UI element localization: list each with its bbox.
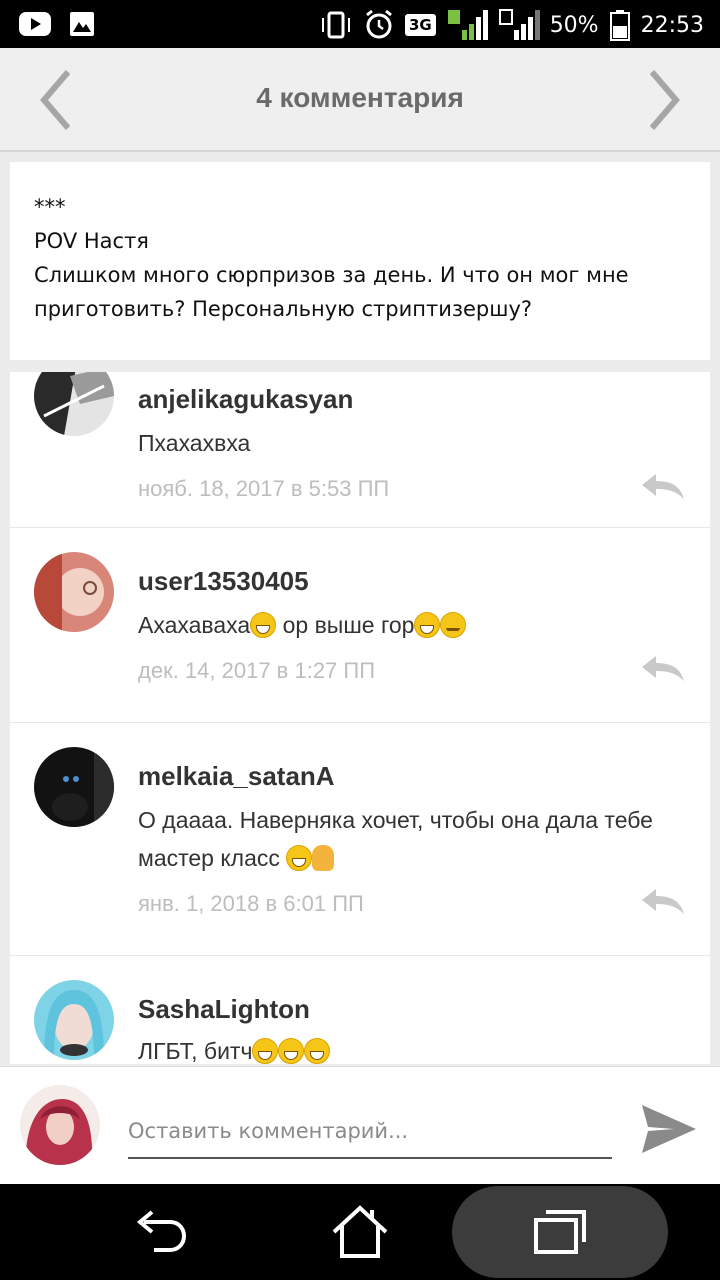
comment-date: дек. 14, 2017 в 1:27 ПП [138,658,376,683]
grinning-emoji [278,1038,305,1064]
ok-hand-emoji [312,845,335,871]
home-icon [332,1205,388,1258]
winking-emoji [440,612,467,638]
comment-input[interactable] [128,1105,612,1159]
comment-date: нояб. 18, 2017 в 5:53 ПП [138,476,390,501]
battery-icon [609,10,630,41]
grinning-emoji [414,612,441,638]
avatar[interactable] [34,980,114,1060]
grinning-emoji [286,845,313,871]
signal-2-icon [498,9,540,40]
send-icon [642,1105,696,1153]
youtube-icon [19,12,51,36]
comments-list: anjelikagukasyan Пхахахвха нояб. 18, 201… [10,372,710,1064]
story-excerpt: *** POV Настя Слишком много сюрпризов за… [10,162,710,360]
comment-text-part: ЛГБТ, битч [138,1038,253,1064]
comment-username[interactable]: user13530405 [138,566,309,597]
reply-button[interactable] [640,472,686,502]
send-button[interactable] [640,1101,698,1157]
reply-icon [642,474,684,499]
comment-username[interactable]: melkaia_satanA [138,761,335,792]
back-button[interactable] [130,1204,190,1260]
comment-input-bar [0,1066,720,1184]
avatar[interactable] [34,747,114,827]
reply-icon [642,889,684,914]
excerpt-line: Слишком много сюрпризов за день. И что о… [34,263,629,321]
vibrate-icon [321,11,350,39]
recents-button[interactable] [530,1204,590,1260]
avatar[interactable] [34,372,114,436]
battery-level: 50% [549,12,599,38]
comment-item: melkaia_satanA О даааа. Наверняка хочет,… [10,723,710,956]
home-button[interactable] [330,1204,390,1260]
excerpt-line: POV Настя [34,229,149,253]
grinning-emoji [304,1038,331,1064]
page-title: 4 комментария [256,82,464,113]
gallery-icon [70,12,94,36]
back-icon [136,1210,187,1252]
comment-date: янв. 1, 2018 в 6:01 ПП [138,891,364,916]
grinning-emoji [252,1038,279,1064]
avatar[interactable] [34,552,114,632]
comment-text: Ахахаваха ор выше гор [138,606,688,644]
reply-button[interactable] [640,654,686,684]
comment-item: anjelikagukasyan Пхахахвха нояб. 18, 201… [10,372,710,528]
comment-item: user13530405 Ахахаваха ор выше гор дек. … [10,528,710,723]
system-navigation-bar [0,1184,720,1280]
comment-text: Пхахахвха [138,430,251,456]
alarm-icon [366,9,392,39]
reply-button[interactable] [640,887,686,917]
excerpt-line: *** [34,195,66,219]
status-bar: 3G 50% 22:53 [0,0,720,48]
comment-username[interactable]: SashaLighton [138,994,310,1025]
comment-text-part: Ахахаваха [138,612,251,638]
comment-text: ЛГБТ, битч [138,1032,688,1064]
comment-text: О даааа. Наверняка хочет, чтобы она дала… [138,801,688,877]
status-right-icons: 3G 50% 22:53 [319,8,704,42]
status-left-icons [18,10,96,38]
reply-icon [642,656,684,681]
recent-apps-icon [534,1210,586,1254]
grinning-emoji [250,612,277,638]
header: 4 комментария [0,48,720,152]
chevron-right-icon [649,70,680,130]
comment-text-part: О даааа. Наверняка хочет, чтобы она дала… [138,807,653,871]
current-user-avatar[interactable] [20,1085,100,1165]
next-chapter-button[interactable] [644,68,684,132]
signal-1-icon [447,10,488,40]
clock: 22:53 [640,12,704,38]
comment-username[interactable]: anjelikagukasyan [138,384,353,415]
comment-text-part: ор выше гор [276,612,415,638]
network-type: 3G [404,14,436,36]
comment-item: SashaLighton ЛГБТ, битч [10,956,710,1064]
